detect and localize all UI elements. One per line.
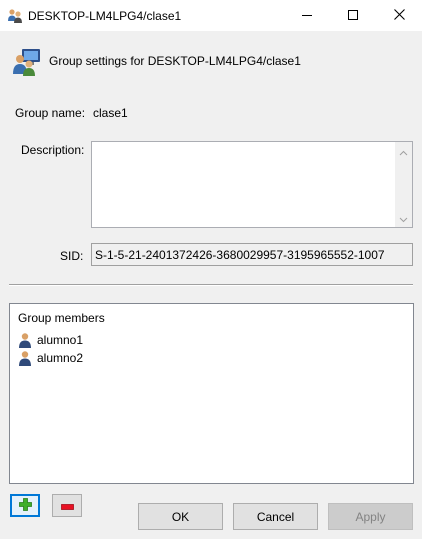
minimize-button[interactable] xyxy=(284,0,330,31)
group-computer-icon xyxy=(12,47,42,77)
separator xyxy=(9,284,413,286)
header-text: Group settings for DESKTOP-LM4LPG4/clase… xyxy=(49,54,301,68)
scroll-up-icon[interactable] xyxy=(399,147,408,156)
maximize-button[interactable] xyxy=(330,0,376,31)
add-member-button[interactable] xyxy=(10,494,40,517)
apply-button[interactable]: Apply xyxy=(328,503,413,530)
group-settings-window: DESKTOP-LM4LPG4/clase1 Group settings fo… xyxy=(0,0,422,539)
user-icon xyxy=(17,350,33,366)
description-scrollbar[interactable] xyxy=(395,142,412,227)
minus-icon xyxy=(60,499,74,513)
group-members-title: Group members xyxy=(18,311,105,325)
list-item[interactable]: alumno1 xyxy=(17,331,83,349)
sid-label: SID: xyxy=(60,249,84,263)
group-users-icon xyxy=(7,8,23,24)
plus-icon xyxy=(18,497,32,514)
close-button[interactable] xyxy=(376,0,422,31)
maximize-icon xyxy=(348,9,358,23)
cancel-button[interactable]: Cancel xyxy=(233,503,318,530)
group-members-list[interactable]: Group members alumno1 alumno2 xyxy=(9,303,414,484)
minimize-icon xyxy=(302,9,312,23)
title-bar[interactable]: DESKTOP-LM4LPG4/clase1 xyxy=(0,0,422,31)
scroll-down-icon[interactable] xyxy=(399,213,408,223)
close-icon xyxy=(393,8,405,23)
description-field[interactable] xyxy=(91,141,413,228)
ok-button[interactable]: OK xyxy=(138,503,223,530)
description-input[interactable] xyxy=(95,144,392,225)
user-icon xyxy=(17,332,33,348)
member-name: alumno2 xyxy=(37,351,84,365)
group-name-value: clase1 xyxy=(93,106,128,120)
list-item[interactable]: alumno2 xyxy=(17,349,83,367)
window-title: DESKTOP-LM4LPG4/clase1 xyxy=(28,9,182,23)
member-name: alumno1 xyxy=(37,333,84,347)
group-name-label: Group name: xyxy=(15,106,86,120)
description-label: Description: xyxy=(21,143,85,157)
sid-field[interactable]: S-1-5-21-2401372426-3680029957-319596555… xyxy=(91,243,413,266)
remove-member-button[interactable] xyxy=(52,494,82,517)
